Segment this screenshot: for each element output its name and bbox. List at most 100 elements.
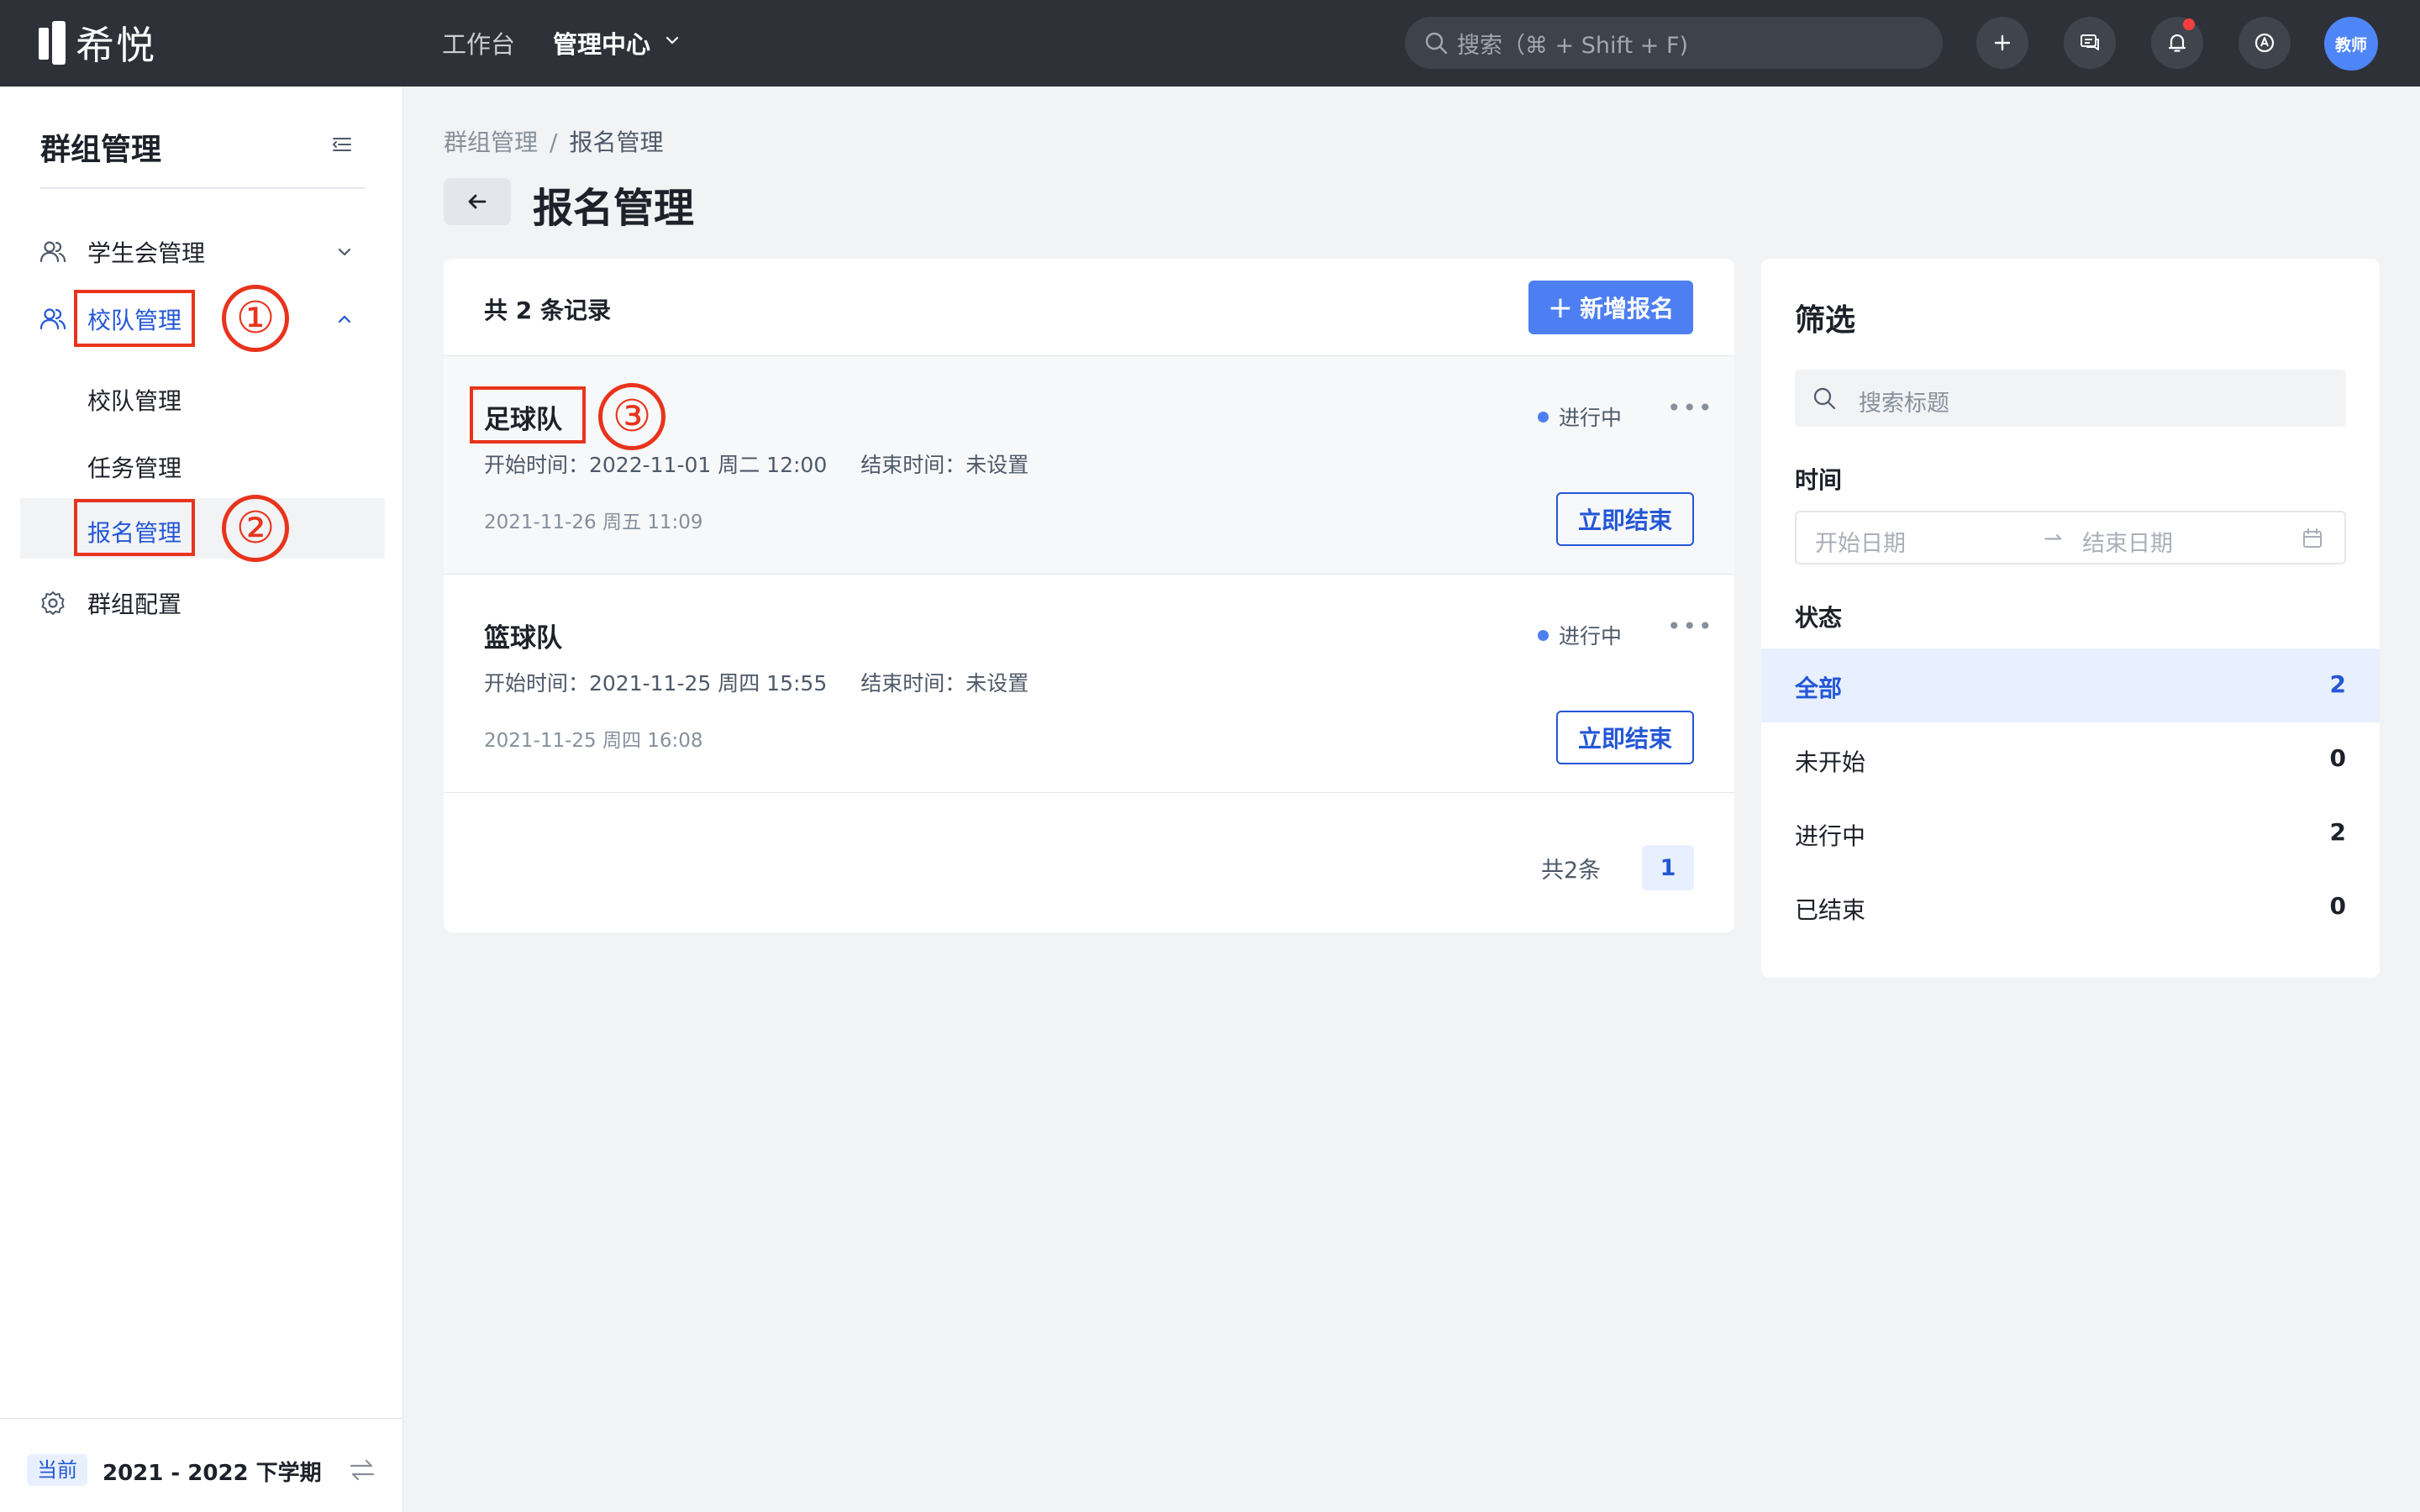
created-time: 2021-11-26 周五 11:09 <box>484 512 703 533</box>
start-time: 开始时间：2021-11-25 周四 15:55 <box>484 671 828 696</box>
status-text: 进行中 <box>1559 406 1623 430</box>
breadcrumb-parent[interactable]: 群组管理 <box>444 129 538 156</box>
chevron-up-icon <box>338 315 351 323</box>
collapse-sidebar-icon[interactable] <box>329 132 355 157</box>
title-search-input[interactable]: 搜索标题 <box>1795 370 2346 427</box>
bell-icon <box>2168 34 2186 52</box>
registration-times: 开始时间：2021-11-25 周四 15:55 结束时间：未设置 <box>484 667 1028 697</box>
status-option-in-progress[interactable]: 进行中 2 <box>1761 796 2380 870</box>
arrow-left-icon <box>468 194 487 209</box>
add-registration-button[interactable]: + 新增报名 <box>1528 281 1693 334</box>
apps-button[interactable] <box>2238 17 2291 69</box>
registration-times: 开始时间：2022-11-01 周二 12:00 结束时间：未设置 <box>484 449 1028 479</box>
status-filter-label: 状态 <box>1795 604 1843 632</box>
annotation-highlight-box <box>74 499 195 556</box>
status-option-label: 未开始 <box>1795 748 1866 776</box>
breadcrumb: 群组管理 / 报名管理 <box>444 124 663 158</box>
sidebar-subitem-label: 任务管理 <box>87 454 182 482</box>
filter-title: 筛选 <box>1795 303 1856 338</box>
search-placeholder: 搜索（⌘ + Shift + F) <box>1457 32 1689 59</box>
status-badge: 进行中 <box>1538 402 1622 432</box>
sidebar-item-label: 学生会管理 <box>87 239 206 267</box>
end-now-button[interactable]: 立即结束 <box>1556 711 1694 764</box>
term-switcher: 当前 2021 - 2022 下学期 <box>0 1418 403 1512</box>
back-button[interactable] <box>444 178 511 225</box>
sidebar-item-group-config[interactable]: 群组配置 <box>20 573 385 633</box>
pagination-total: 共2条 <box>1541 858 1602 884</box>
status-dot <box>1538 411 1549 423</box>
messages-button[interactable] <box>2064 17 2116 69</box>
created-time: 2021-11-25 周四 16:08 <box>484 730 703 752</box>
status-option-count: 0 <box>2329 892 2346 920</box>
brand-logo[interactable]: 希悦 <box>39 20 156 68</box>
time-filter-label: 时间 <box>1795 466 1843 494</box>
status-dot <box>1538 629 1549 641</box>
sidebar: 群组管理 学生会管理 校队管理 ① 校队管理 任务管理 报名管理 ② 群组配置 … <box>0 87 403 1512</box>
plus-icon: + <box>1547 290 1574 325</box>
current-term: 2021 - 2022 下学期 <box>103 1461 322 1486</box>
filter-panel: 筛选 搜索标题 时间 开始日期 ⇀ 结束日期 状态 全部 2 未开始 0 进行中… <box>1761 259 2380 978</box>
sidebar-item-label: 群组配置 <box>87 591 182 618</box>
gear-icon <box>41 591 65 615</box>
start-date-placeholder[interactable]: 开始日期 <box>1815 525 1906 558</box>
add-registration-label: 新增报名 <box>1580 295 1675 323</box>
status-text: 进行中 <box>1559 624 1623 648</box>
start-time: 开始时间：2022-11-01 周二 12:00 <box>484 453 828 477</box>
end-date-placeholder[interactable]: 结束日期 <box>2082 525 2173 558</box>
current-term-tag: 当前 <box>27 1454 87 1486</box>
status-option-not-started[interactable]: 未开始 0 <box>1761 722 2380 796</box>
breadcrumb-current: 报名管理 <box>569 129 664 156</box>
more-options-icon[interactable]: ••• <box>1667 396 1714 420</box>
compass-icon <box>2254 33 2275 53</box>
annotation-highlight-box <box>470 386 586 444</box>
users-icon <box>39 241 66 263</box>
status-option-count: 2 <box>2329 818 2346 846</box>
avatar[interactable]: 教师 <box>2324 17 2378 71</box>
status-badge: 进行中 <box>1538 620 1622 650</box>
more-options-icon[interactable]: ••• <box>1667 615 1714 638</box>
notifications-button[interactable] <box>2151 17 2203 69</box>
nav-workbench[interactable]: 工作台 <box>442 25 515 60</box>
annotation-step-3: ③ <box>598 383 666 450</box>
list-header: 共 2 条记录 + 新增报名 <box>444 259 1734 356</box>
registration-list: 共 2 条记录 + 新增报名 足球队 进行中 ••• 开始时间：2022-11-… <box>444 259 1734 932</box>
annotation-highlight-box <box>74 290 195 347</box>
sidebar-divider <box>40 187 365 189</box>
sidebar-subitem-team-management[interactable]: 校队管理 <box>20 366 385 427</box>
logo-mark-icon <box>39 21 67 65</box>
users-icon <box>39 308 66 330</box>
end-time: 结束时间：未设置 <box>860 671 1029 696</box>
top-navigation-bar: 希悦 工作台 管理中心 搜索（⌘ + Shift + F) 教师 <box>0 0 2420 87</box>
sidebar-title: 群组管理 <box>40 133 162 167</box>
search-icon <box>1813 387 1836 410</box>
calendar-icon <box>2303 528 2322 548</box>
registration-name[interactable]: 篮球队 <box>484 617 562 654</box>
plus-icon <box>1994 34 2011 51</box>
sidebar-item-student-union[interactable]: 学生会管理 <box>20 222 385 282</box>
nav-management-center[interactable]: 管理中心 <box>553 25 650 60</box>
record-count: 共 2 条记录 <box>484 297 611 324</box>
search-placeholder: 搜索标题 <box>1859 391 1949 417</box>
annotation-step-1: ① <box>222 285 289 352</box>
status-option-label: 全部 <box>1795 675 1843 702</box>
end-time: 结束时间：未设置 <box>860 453 1029 477</box>
global-search-input[interactable]: 搜索（⌘ + Shift + F) <box>1405 17 1943 69</box>
create-button[interactable] <box>1976 17 2028 69</box>
list-item[interactable]: 篮球队 进行中 ••• 开始时间：2021-11-25 周四 15:55 结束时间… <box>444 575 1734 793</box>
pagination-page-1[interactable]: 1 <box>1642 845 1694 890</box>
status-option-all[interactable]: 全部 2 <box>1761 648 2380 722</box>
date-range-picker[interactable]: 开始日期 ⇀ 结束日期 <box>1795 511 2346 564</box>
annotation-step-2: ② <box>222 495 289 562</box>
end-now-button[interactable]: 立即结束 <box>1556 492 1694 546</box>
chevron-down-icon[interactable] <box>664 32 681 49</box>
status-option-label: 进行中 <box>1795 822 1866 850</box>
status-option-count: 2 <box>2329 670 2346 698</box>
chevron-down-icon <box>338 248 351 256</box>
status-option-ended[interactable]: 已结束 0 <box>1761 870 2380 944</box>
sidebar-subitem-label: 校队管理 <box>87 387 182 415</box>
sidebar-subitem-task-management[interactable]: 任务管理 <box>20 433 385 494</box>
status-option-label: 已结束 <box>1795 896 1866 924</box>
breadcrumb-separator: / <box>550 129 558 156</box>
swap-icon[interactable] <box>348 1457 376 1483</box>
page-title: 报名管理 <box>533 185 695 232</box>
